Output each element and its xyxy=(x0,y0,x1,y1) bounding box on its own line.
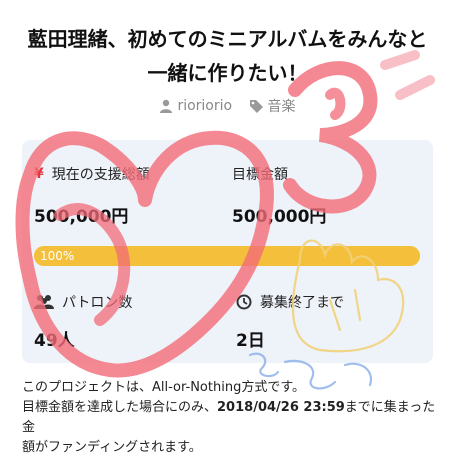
author-link[interactable]: rioriorio xyxy=(159,98,232,114)
notes-line3: 額がファンディングされます。 xyxy=(22,440,202,455)
progress-bar xyxy=(34,246,420,266)
project-title-line1: 藍田理緒、初めてのミニアルバムをみんなと xyxy=(27,27,428,51)
author-name: rioriorio xyxy=(177,98,233,114)
patrons-value: 49人 xyxy=(34,331,75,351)
project-meta: rioriorio 音楽 xyxy=(0,96,455,117)
category-name: 音楽 xyxy=(267,99,296,115)
goal-value: 500,000円 xyxy=(232,207,327,227)
yen-icon: ¥ xyxy=(34,166,44,182)
raised-value: 500,000円 xyxy=(34,207,129,227)
raised-label: ¥ 現在の支援総額 xyxy=(34,166,150,183)
notes-line1: このプロジェクトは、All-or-Nothing方式です。 xyxy=(22,380,306,395)
user-icon xyxy=(160,99,173,113)
patrons-label: パトロン数 xyxy=(34,292,132,312)
deadline-value: 2日 xyxy=(236,331,265,351)
project-title-line2: 一緒に作りたい！ xyxy=(147,61,308,85)
category-link[interactable]: 音楽 xyxy=(249,96,296,116)
users-icon xyxy=(34,294,54,310)
progress-text: 100% xyxy=(40,249,75,263)
deadline-date: 2018/04/26 23:59 xyxy=(217,400,345,415)
notes-line2: 目標金額を達成した場合にのみ、2018/04/26 23:59までに集まった金 xyxy=(22,400,436,435)
progress-bar-fill xyxy=(34,246,420,266)
deadline-label: 募集終了まで xyxy=(236,292,344,312)
funding-notes: このプロジェクトは、All-or-Nothing方式です。 目標金額を達成した場… xyxy=(22,378,442,458)
clock-icon xyxy=(236,294,252,310)
goal-label: 目標金額 xyxy=(232,167,288,183)
tag-icon xyxy=(249,100,263,113)
project-title: 藍田理緒、初めてのミニアルバムをみんなと 一緒に作りたい！ xyxy=(0,22,455,90)
